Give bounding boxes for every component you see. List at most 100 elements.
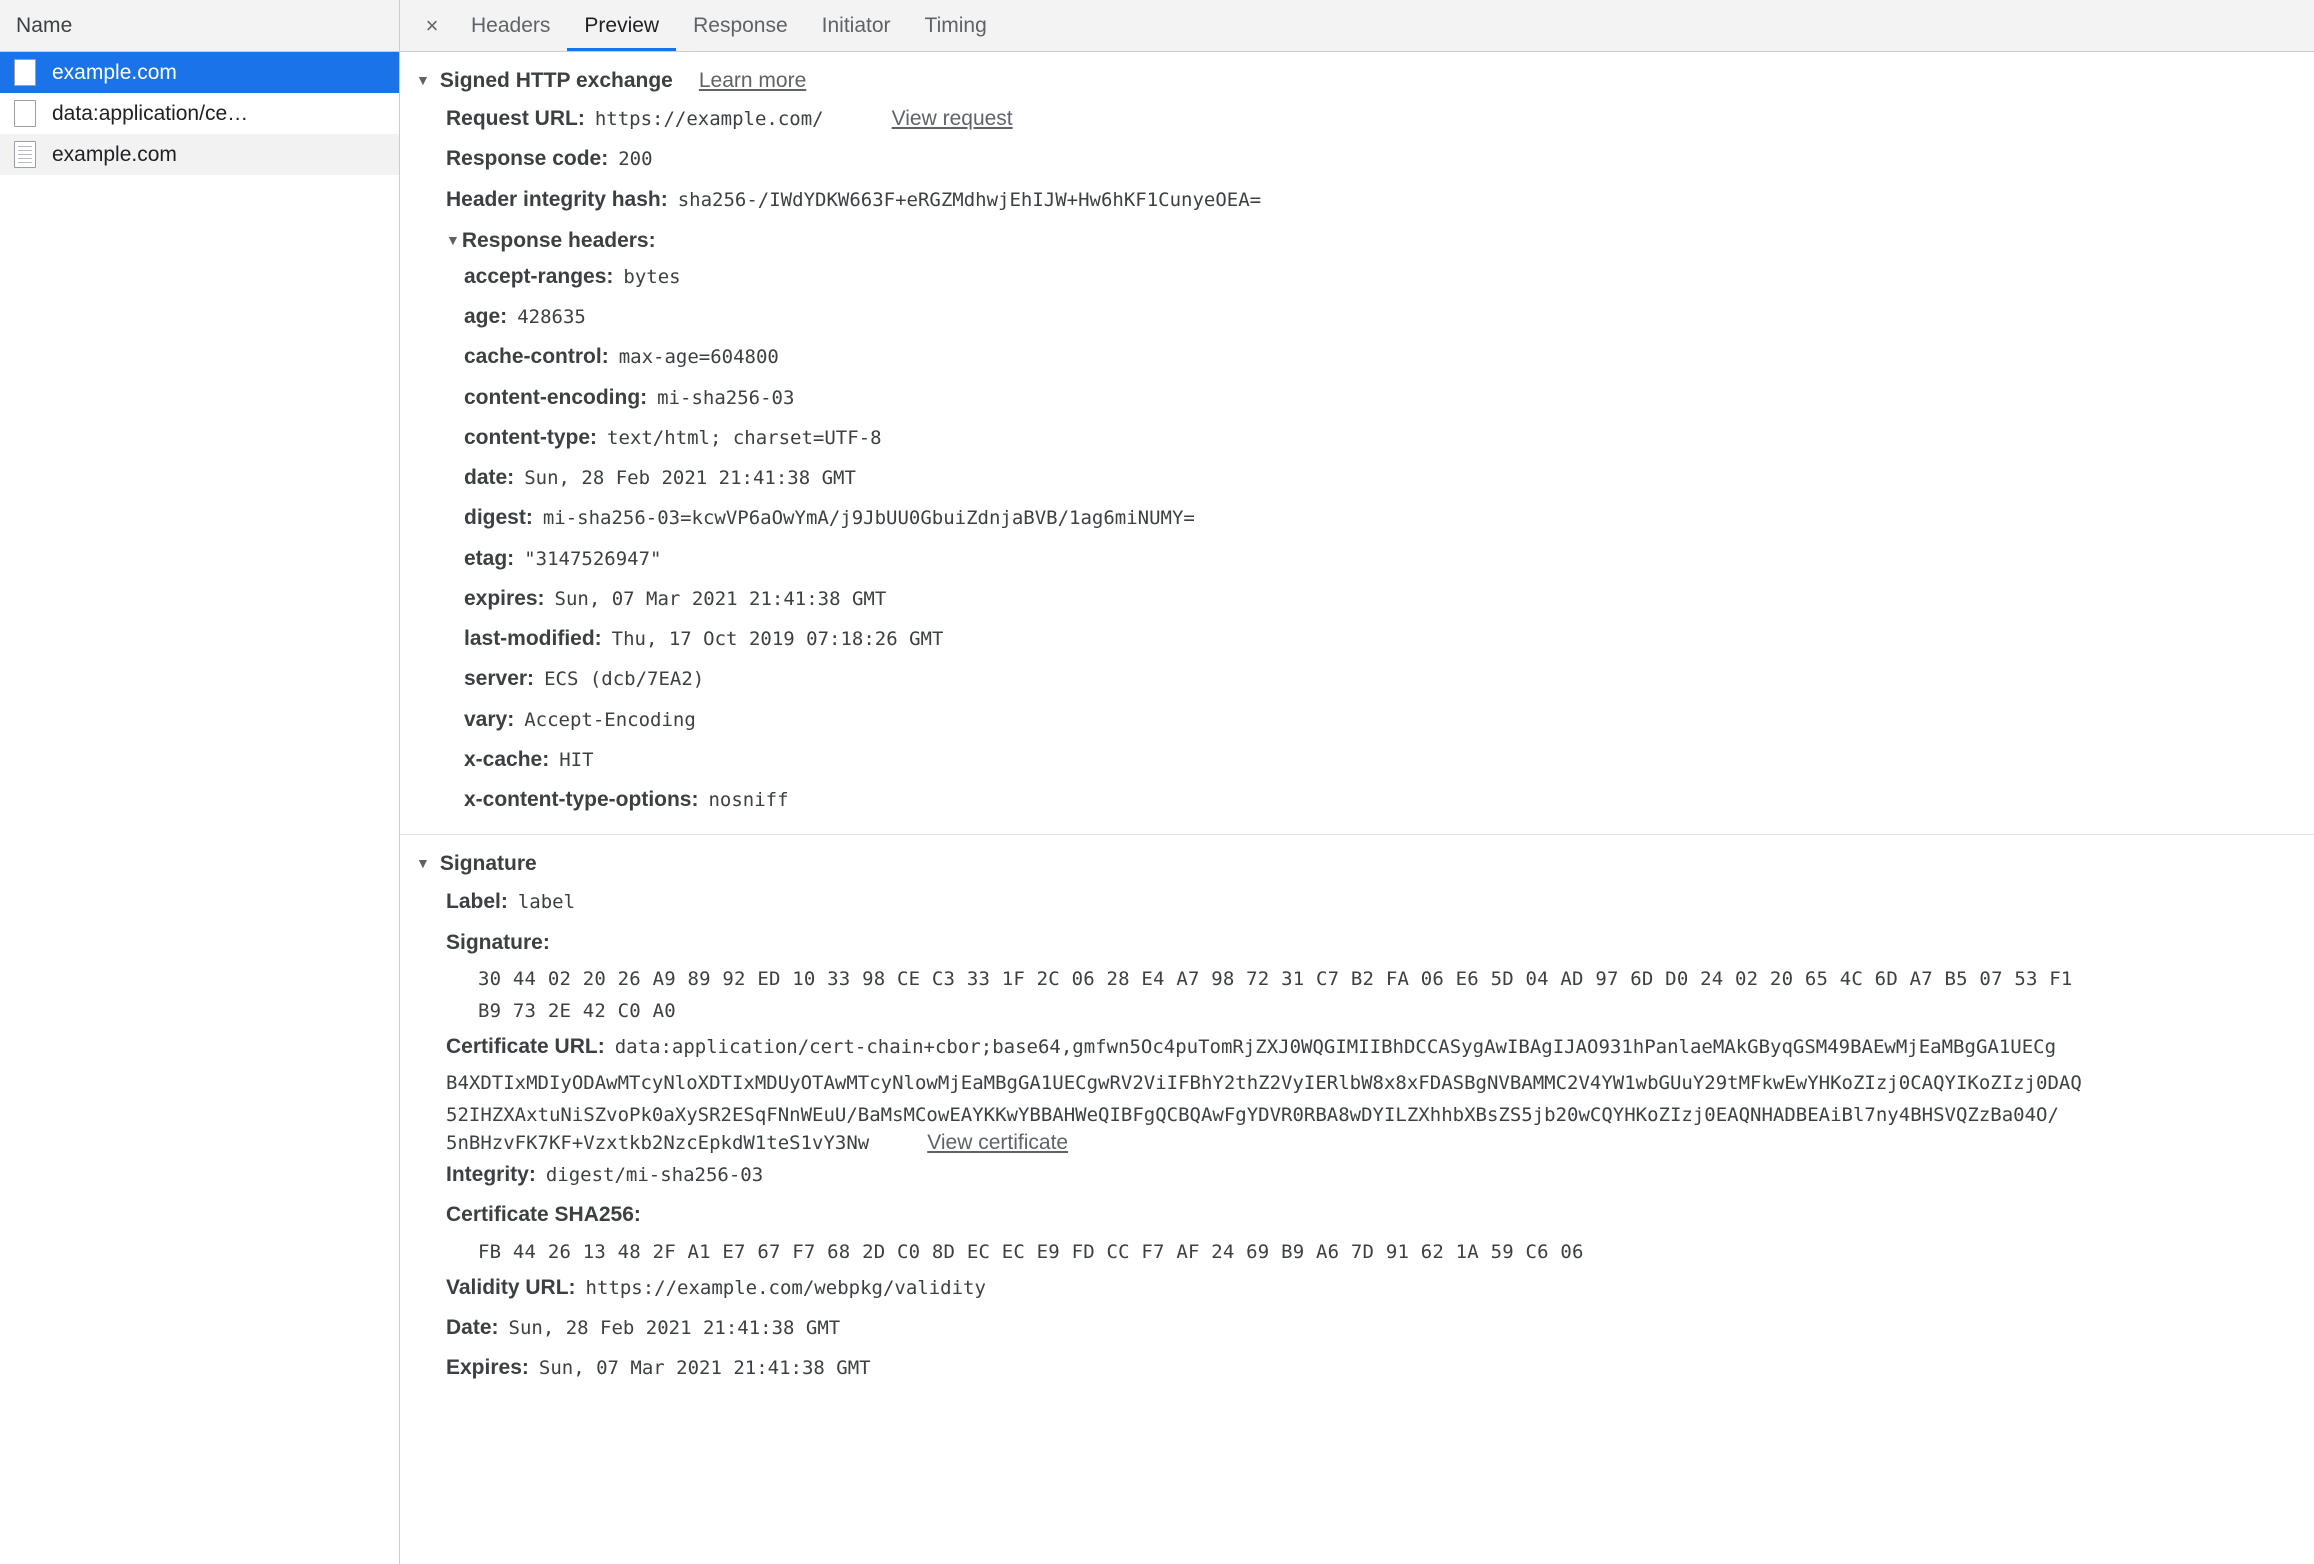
header-value: mi-sha256-03 — [657, 386, 795, 409]
certificate-url-last-line: 5nBHzvFK7KF+Vzxtkb2NzcEpkdW1teS1vY3Nw Vi… — [400, 1131, 2314, 1155]
validity-url-row: Validity URL: https://example.com/webpkg… — [400, 1268, 2314, 1308]
certificate-url-value: B4XDTIxMDIyODAwMTcyNloXDTIxMDUyOTAwMTcyN… — [446, 1072, 2082, 1094]
signature-key: Signature: — [446, 930, 550, 954]
signature-date-value: Sun, 28 Feb 2021 21:41:38 GMT — [508, 1316, 841, 1339]
integrity-row: Integrity: digest/mi-sha256-03 — [400, 1155, 2314, 1195]
header-row: digest: mi-sha256-03=kcwVP6aOwYmA/j9JbUU… — [400, 498, 2314, 538]
view-certificate-link[interactable]: View certificate — [927, 1131, 1068, 1155]
signature-expires-value: Sun, 07 Mar 2021 21:41:38 GMT — [538, 1357, 871, 1379]
header-row: x-content-type-options: nosniff — [400, 780, 2314, 820]
detail-tabbar: × Headers Preview Response Initiator Tim… — [400, 0, 2314, 52]
certificate-url-key: Certificate URL: — [446, 1034, 605, 1058]
signature-label-row: Label: label — [400, 882, 2314, 922]
header-row: expires: Sun, 07 Mar 2021 21:41:38 GMT — [400, 579, 2314, 619]
response-code-key: Response code: — [446, 147, 609, 171]
caret-down-icon[interactable]: ▼ — [416, 856, 430, 870]
header-row: date: Sun, 28 Feb 2021 21:41:38 GMT — [400, 458, 2314, 498]
header-name: x-cache: — [464, 747, 550, 771]
header-value: HIT — [559, 748, 594, 771]
list-item[interactable]: example.com — [0, 52, 399, 93]
requests-column-header: Name — [0, 0, 399, 52]
header-value: text/html; charset=UTF-8 — [607, 426, 882, 449]
list-item[interactable]: example.com — [0, 134, 399, 175]
certificate-url-row: Certificate URL: data:application/cert-c… — [400, 1027, 2314, 1067]
learn-more-link[interactable]: Learn more — [699, 69, 806, 93]
signature-date-key: Date: — [446, 1315, 499, 1339]
response-code-value: 200 — [618, 148, 653, 171]
validity-url-key: Validity URL: — [446, 1275, 576, 1299]
signed-http-exchange-section: ▼ Signed HTTP exchange Learn more Reques… — [400, 52, 2314, 820]
view-request-link[interactable]: View request — [892, 106, 1013, 132]
list-item-label: data:application/ce… — [52, 101, 249, 125]
header-row: x-cache: HIT — [400, 740, 2314, 780]
signature-bytes-header: Signature: — [400, 923, 2314, 963]
header-name: expires: — [464, 586, 545, 610]
header-row: age: 428635 — [400, 297, 2314, 337]
header-row: etag: "3147526947" — [400, 539, 2314, 579]
response-code-row: Response code: 200 — [400, 139, 2314, 179]
tab-initiator[interactable]: Initiator — [805, 0, 908, 51]
header-value: 428635 — [517, 306, 586, 328]
list-item-label: example.com — [52, 60, 177, 84]
requests-sidebar: Name example.com data:application/ce… ex… — [0, 0, 400, 1564]
validity-url-value: https://example.com/webpkg/validity — [585, 1276, 986, 1299]
request-url-key: Request URL: — [446, 107, 585, 130]
sxg-title: Signed HTTP exchange — [439, 69, 673, 92]
list-item[interactable]: data:application/ce… — [0, 93, 399, 134]
signature-bytes-line: B9 73 2E 42 C0 A0 — [478, 999, 676, 1022]
response-headers-title: Response headers: — [461, 228, 656, 252]
cert-sha256-key: Certificate SHA256: — [446, 1203, 641, 1227]
signature-date-row: Date: Sun, 28 Feb 2021 21:41:38 GMT — [400, 1308, 2314, 1348]
signature-bytes-line: 30 44 02 20 26 A9 89 92 ED 10 33 98 CE C… — [478, 967, 2073, 990]
header-name: accept-ranges: — [464, 264, 614, 288]
header-name: content-encoding: — [464, 385, 648, 409]
header-row: last-modified: Thu, 17 Oct 2019 07:18:26… — [400, 619, 2314, 659]
certificate-url-value: data:application/cert-chain+cbor;base64,… — [614, 1035, 2057, 1058]
signature-section: ▼ Signature Label: label Signature: 30 4… — [400, 835, 2314, 1388]
header-name: age: — [464, 305, 508, 328]
tab-response[interactable]: Response — [676, 0, 805, 51]
header-name: last-modified: — [464, 627, 602, 650]
devtools-network-panel: Name example.com data:application/ce… ex… — [0, 0, 2314, 1564]
header-value: mi-sha256-03=kcwVP6aOwYmA/j9JbUU0GbuiZdn… — [542, 507, 1195, 530]
sxg-section-header[interactable]: ▼ Signed HTTP exchange Learn more — [400, 52, 2314, 99]
header-integrity-key: Header integrity hash: — [446, 187, 668, 211]
header-value: "3147526947" — [524, 547, 662, 570]
header-row: cache-control: max-age=604800 — [400, 337, 2314, 377]
signature-section-header[interactable]: ▼ Signature — [400, 835, 2314, 882]
header-name: server: — [464, 667, 535, 691]
close-icon[interactable]: × — [410, 0, 454, 51]
tab-headers[interactable]: Headers — [454, 0, 567, 51]
tab-timing[interactable]: Timing — [908, 0, 1004, 51]
header-name: vary: — [464, 707, 515, 731]
header-value: max-age=604800 — [618, 346, 779, 369]
header-value: bytes — [623, 265, 681, 288]
header-value: Accept-Encoding — [524, 708, 696, 731]
request-url-value: https://example.com/ — [594, 108, 824, 130]
response-headers-header[interactable]: ▼ Response headers: — [400, 220, 2314, 257]
certificate-url-value: 5nBHzvFK7KF+Vzxtkb2NzcEpkdW1teS1vY3Nw — [446, 1132, 870, 1154]
header-name: cache-control: — [464, 345, 609, 369]
header-name: date: — [464, 466, 515, 489]
header-value: Sun, 28 Feb 2021 21:41:38 GMT — [524, 467, 856, 489]
header-integrity-row: Header integrity hash: sha256-/IWdYDKW66… — [400, 180, 2314, 220]
certificate-url-value: 52IHZXAxtuNiSZvoPk0aXySR2ESqFNnWEuU/BaMs… — [446, 1104, 2059, 1126]
header-row: server: ECS (dcb/7EA2) — [400, 659, 2314, 699]
caret-down-icon[interactable]: ▼ — [416, 73, 430, 87]
detail-pane: × Headers Preview Response Initiator Tim… — [400, 0, 2314, 1564]
page-icon — [14, 100, 36, 127]
header-name: etag: — [464, 546, 515, 570]
signature-expires-row: Expires: Sun, 07 Mar 2021 21:41:38 GMT — [400, 1348, 2314, 1388]
header-name: x-content-type-options: — [464, 788, 699, 811]
caret-down-icon[interactable]: ▼ — [446, 233, 460, 247]
request-url-row: Request URL: https://example.com/ View r… — [400, 99, 2314, 139]
document-icon — [14, 141, 36, 168]
header-name: digest: — [464, 506, 533, 530]
integrity-key: Integrity: — [446, 1163, 536, 1186]
signature-expires-key: Expires: — [446, 1356, 529, 1379]
tab-preview[interactable]: Preview — [567, 0, 676, 51]
preview-content: ▼ Signed HTTP exchange Learn more Reques… — [400, 52, 2314, 1564]
header-value: Thu, 17 Oct 2019 07:18:26 GMT — [611, 628, 944, 650]
header-value: ECS (dcb/7EA2) — [544, 668, 705, 691]
header-row: vary: Accept-Encoding — [400, 700, 2314, 740]
